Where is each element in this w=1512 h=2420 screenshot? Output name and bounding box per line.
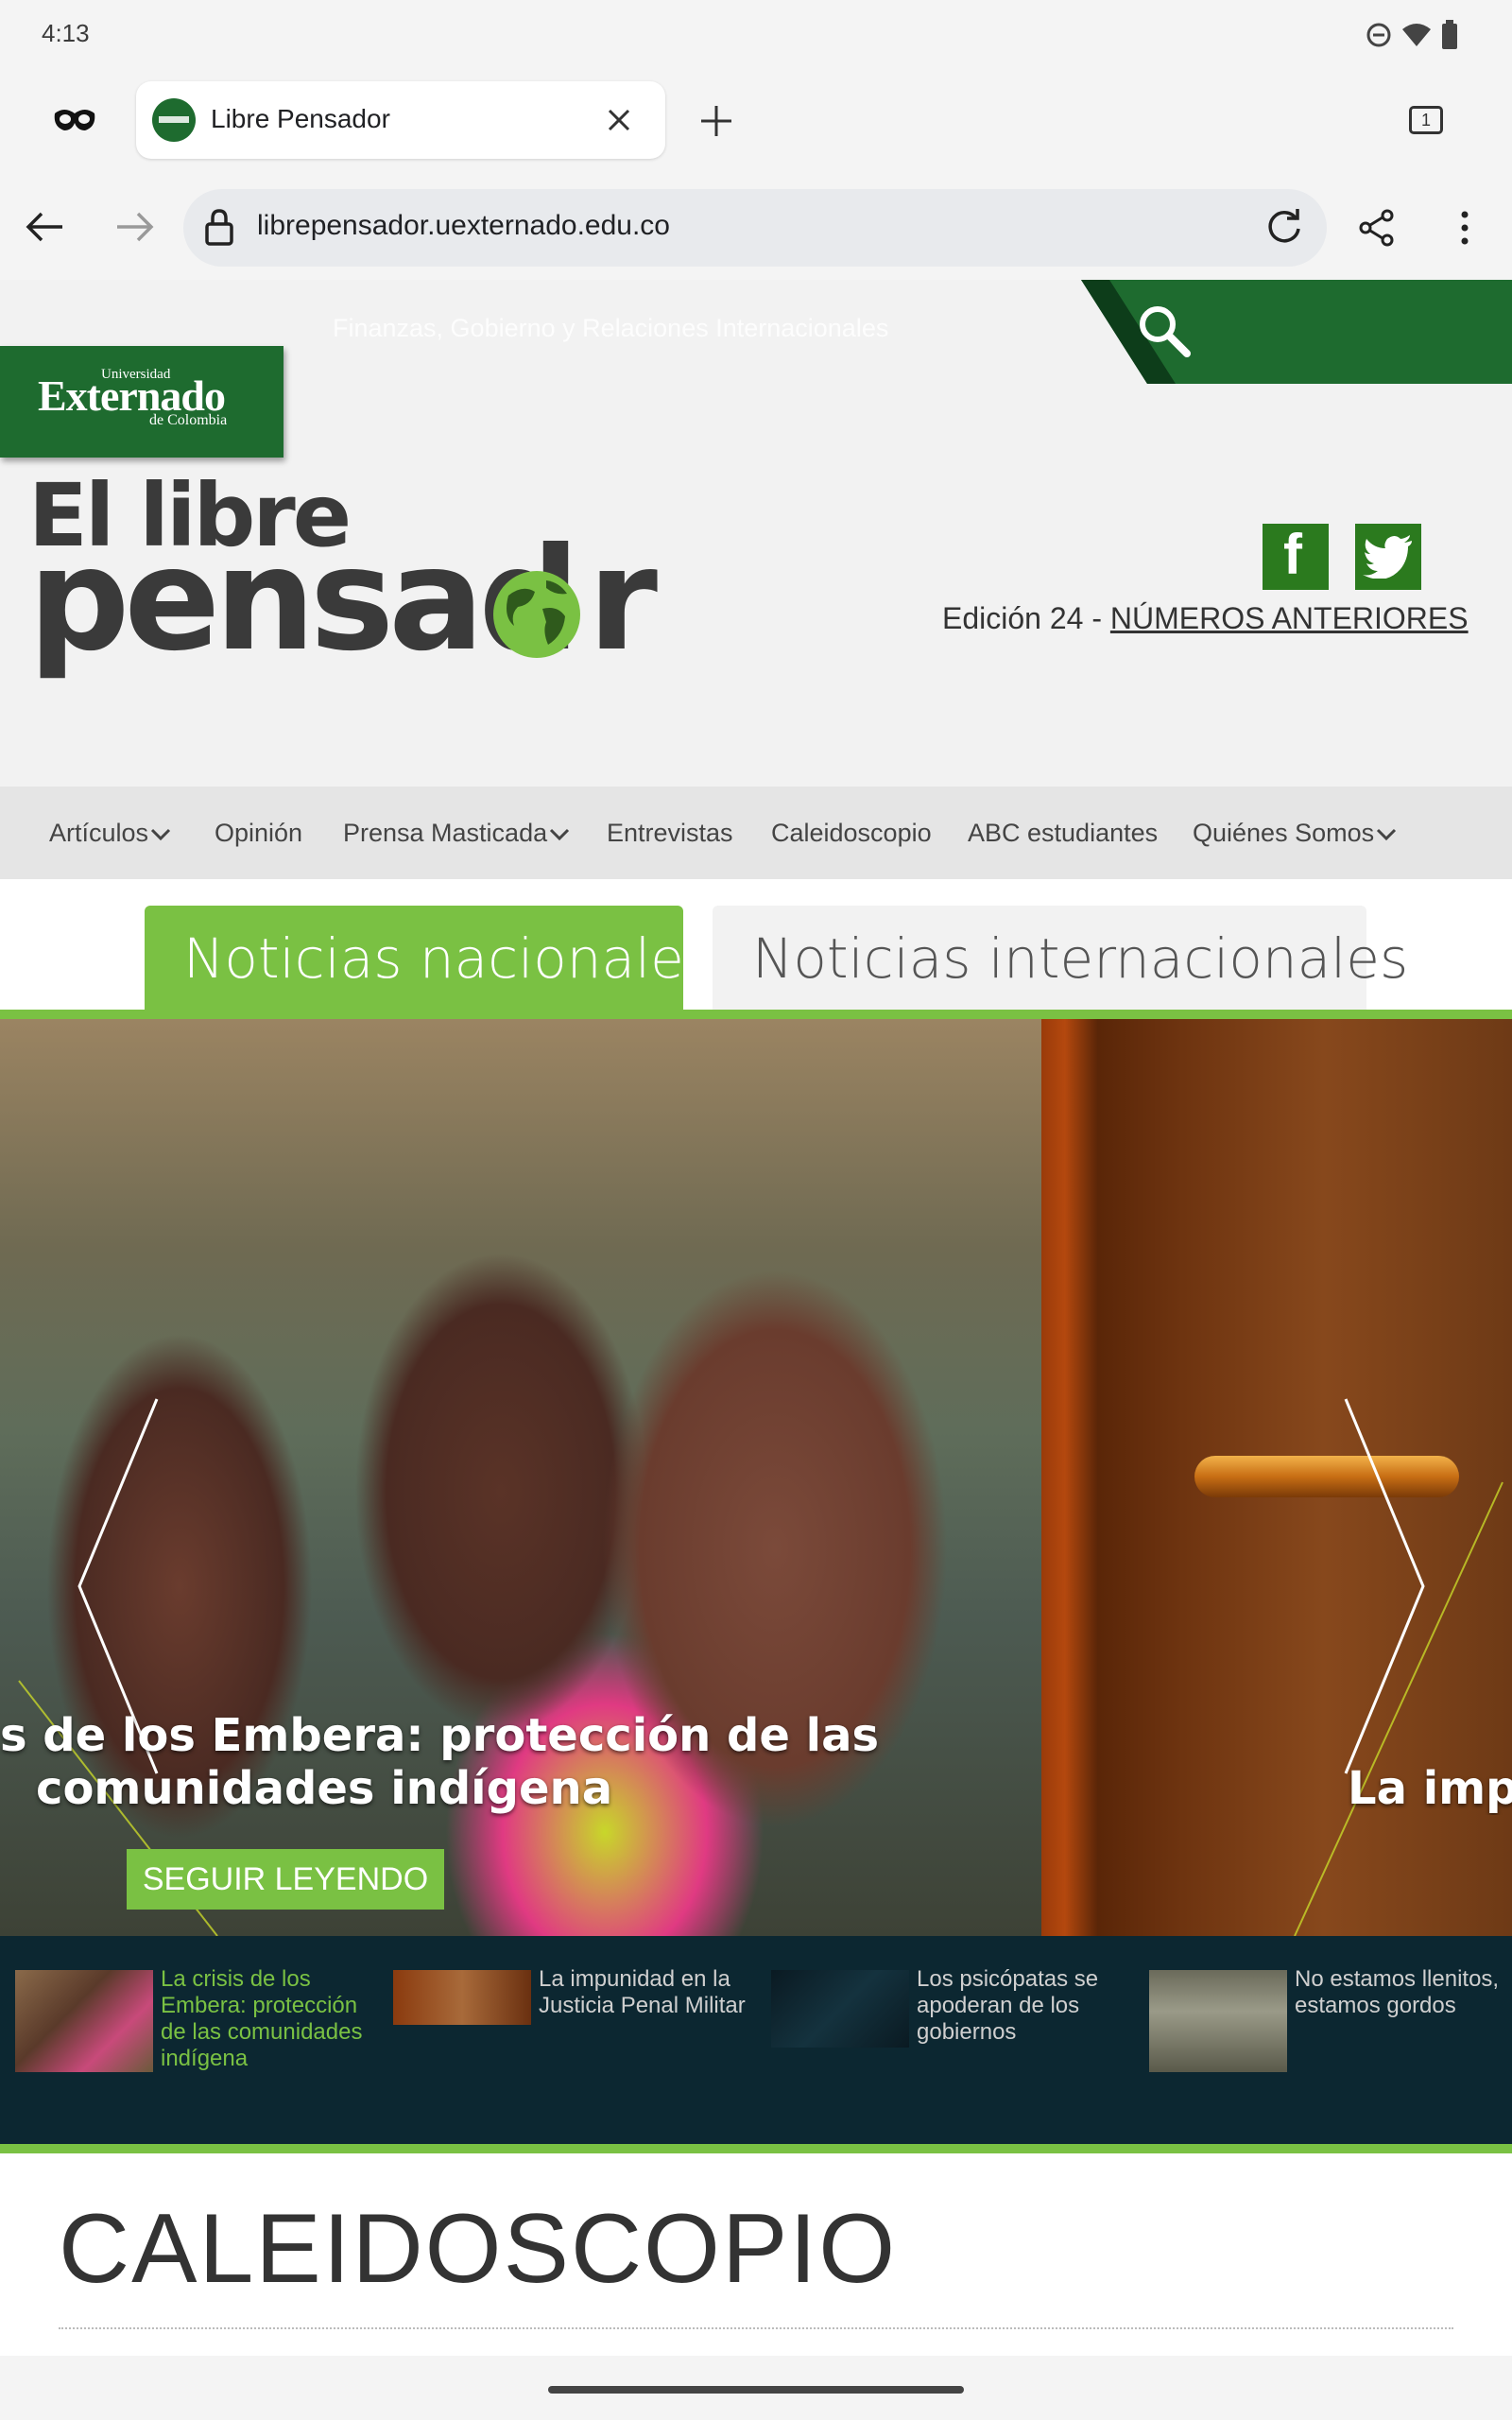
url-text[interactable]: librepensador.uexternado.edu.co [257, 210, 670, 242]
thumbnail-image[interactable] [1149, 1970, 1287, 2072]
nav-item-articulos[interactable]: Artículos [49, 819, 171, 848]
nav-item-quienes-somos[interactable]: Quiénes Somos [1193, 819, 1397, 848]
chevron-down-icon [150, 828, 171, 841]
thumbnail-title[interactable]: No estamos llenitos, estamos gordos [1295, 1966, 1512, 2019]
new-tab-icon[interactable] [699, 104, 733, 138]
site-favicon [152, 98, 196, 142]
lock-icon[interactable] [204, 208, 234, 246]
thumbnail-image[interactable] [771, 1970, 909, 2048]
past-issues-link[interactable]: NÚMEROS ANTERIORES [1110, 601, 1469, 635]
status-bar [0, 0, 1512, 74]
slide-headline-line2[interactable]: comunidades indígena [36, 1762, 612, 1815]
edition-info: Edición 24 - NÚMEROS ANTERIORES [942, 601, 1469, 636]
thumbnail-title[interactable]: Los psicópatas se apoderan de los gobier… [917, 1966, 1136, 2046]
gesture-handle[interactable] [548, 2386, 964, 2394]
nav-item-entrevistas[interactable]: Entrevistas [607, 819, 733, 848]
section-title: CALEIDOSCOPIO [59, 2194, 898, 2304]
tab-switcher-button[interactable]: 1 [1409, 106, 1443, 134]
nav-item-caleidoscopio[interactable]: Caleidoscopio [771, 819, 932, 848]
chevron-down-icon [550, 828, 570, 841]
search-icon[interactable] [1134, 301, 1193, 359]
tab-title: Libre Pensador [211, 104, 390, 133]
thumbnail-image[interactable] [393, 1970, 531, 2025]
nav-item-prensa-masticada[interactable]: Prensa Masticada [343, 819, 570, 848]
tab-national-label: Noticias nacionales [183, 926, 713, 991]
close-tab-icon[interactable] [605, 106, 633, 134]
thumbnail-strip-border [0, 2144, 1512, 2153]
site-tagline: Finanzas, Gobierno y Relaciones Internac… [333, 314, 889, 342]
nav-item-abc-estudiantes[interactable]: ABC estudiantes [968, 819, 1158, 848]
globe-icon [493, 571, 580, 658]
thumbnail-title[interactable]: La impunidad en la Justicia Penal Milita… [539, 1966, 758, 2019]
tabs-divider [0, 1010, 1512, 1019]
section-divider [59, 2327, 1453, 2329]
next-slide-headline[interactable]: La impu [1348, 1762, 1512, 1815]
incognito-icon[interactable] [53, 106, 96, 134]
more-menu-icon[interactable] [1455, 208, 1474, 248]
tab-international-label: Noticias internacionales [752, 926, 1409, 991]
thumbnail-image[interactable] [15, 1970, 153, 2072]
facebook-icon: f [1283, 523, 1302, 586]
thumbnail-title[interactable]: La crisis de los Embera: protección de l… [161, 1966, 380, 2072]
slider-next-arrow-icon[interactable] [1342, 1397, 1427, 1775]
read-more-button[interactable]: SEGUIR LEYENDO [127, 1849, 444, 1910]
slide-headline-line1[interactable]: s de los Embera: protección de las [0, 1709, 879, 1762]
forward-arrow-icon[interactable] [115, 210, 155, 244]
reload-icon[interactable] [1264, 208, 1304, 248]
edition-label: Edición 24 - [942, 601, 1110, 635]
nav-item-opinion[interactable]: Opinión [215, 819, 302, 848]
status-time: 4:13 [42, 19, 90, 47]
logo-colombia-text: de Colombia [149, 412, 228, 428]
back-arrow-icon[interactable] [25, 210, 64, 244]
twitter-icon [1363, 535, 1412, 579]
share-icon[interactable] [1357, 208, 1397, 248]
battery-icon [1442, 20, 1457, 49]
do-not-disturb-icon [1366, 23, 1391, 47]
chevron-down-icon [1377, 828, 1397, 841]
wifi-icon [1402, 24, 1431, 46]
site-title-line2-end[interactable]: r [588, 518, 658, 683]
